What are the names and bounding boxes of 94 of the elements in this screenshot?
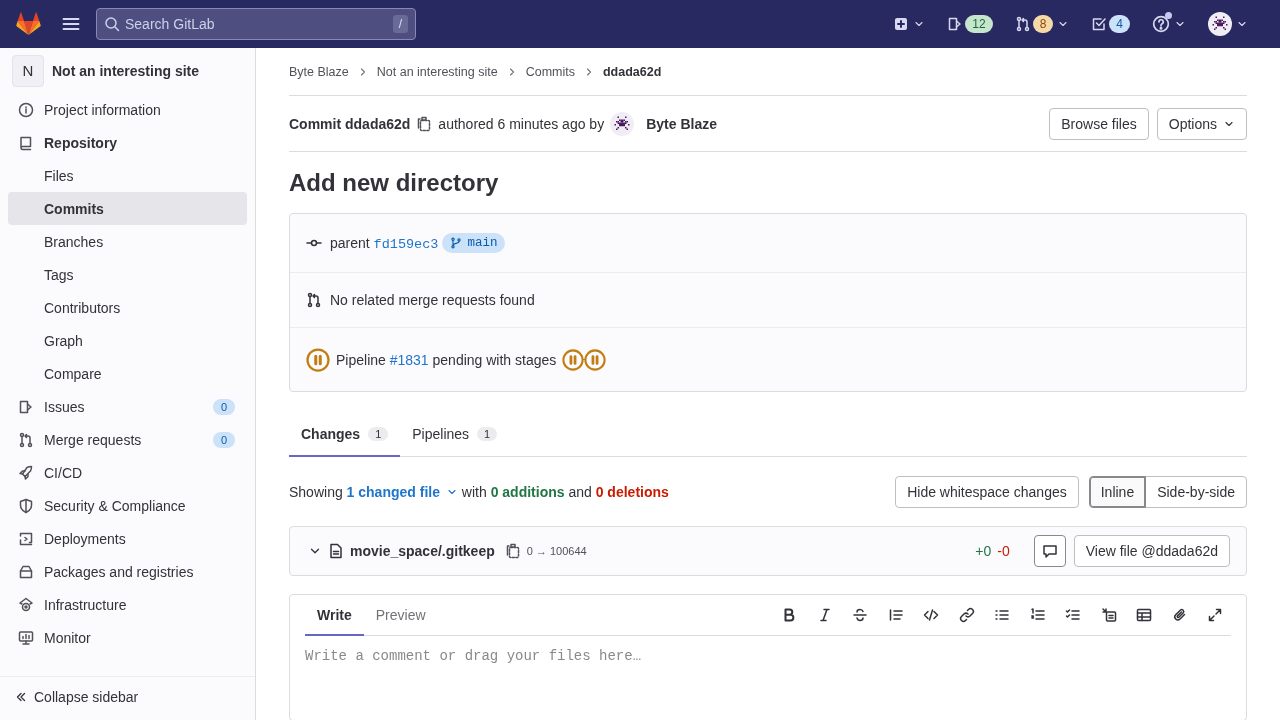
numbered-list-icon[interactable]	[1029, 607, 1046, 623]
commit-label: Commit ddada62d	[289, 115, 411, 132]
breadcrumb-link[interactable]: Byte Blaze	[289, 64, 349, 79]
tab[interactable]: Pipelines 1	[400, 413, 510, 457]
file-icon	[328, 543, 344, 559]
browse-files-button[interactable]: Browse files	[1049, 107, 1149, 140]
task-list-icon[interactable]	[1065, 607, 1081, 623]
breadcrumb-link[interactable]: ddada62d	[603, 64, 662, 79]
sidebar-item[interactable]: Branches	[8, 225, 247, 258]
added-lines-count: +0	[975, 543, 992, 559]
copy-button[interactable]	[504, 543, 521, 559]
avatar-icon	[610, 111, 635, 136]
merge-requests-text: No related merge requests found	[330, 292, 535, 308]
sidebar-item[interactable]: Contributors	[8, 291, 247, 324]
removed-lines-count: -0	[997, 543, 1010, 559]
tab[interactable]: Changes 1	[289, 413, 401, 457]
view-mode-button[interactable]: Inline	[1088, 475, 1147, 508]
view-file-button[interactable]: View file @ddada62d	[1073, 535, 1230, 567]
merge-request-icon	[18, 431, 34, 448]
shield-icon	[18, 497, 34, 514]
collapsible-section-icon[interactable]	[1100, 607, 1117, 623]
sidebar-item[interactable]: Project information	[8, 93, 247, 126]
merge-requests-button[interactable]: 8	[1010, 9, 1074, 39]
maximize-icon[interactable]	[1207, 607, 1223, 623]
issues-button[interactable]: 12	[943, 9, 997, 39]
sidebar-item[interactable]: Merge requests 0	[8, 423, 247, 456]
pause-status-icon[interactable]	[584, 348, 607, 371]
copy-icon	[416, 115, 433, 132]
info-icon	[18, 101, 34, 118]
view-mode-button[interactable]: Side-by-side	[1145, 475, 1247, 508]
comment-button[interactable]	[1033, 535, 1066, 567]
breadcrumb-link[interactable]: Commits	[525, 64, 575, 79]
comment-icon	[1041, 543, 1058, 559]
search-icon	[104, 16, 120, 32]
quote-icon[interactable]	[887, 607, 904, 623]
file-path: movie_space/.gitkeep	[350, 543, 495, 559]
project-name-link[interactable]: Not an interesting site	[52, 62, 200, 79]
sidebar-item[interactable]: Issues 0	[8, 390, 247, 423]
options-button[interactable]: Options	[1156, 107, 1247, 140]
issue-icon	[18, 398, 34, 415]
whitespace-button[interactable]: Hide whitespace changes	[895, 475, 1079, 508]
author-link[interactable]: Byte Blaze	[646, 115, 717, 132]
sidebar-item[interactable]: Infrastructure	[8, 588, 247, 621]
sidebar-item[interactable]: Files	[8, 159, 247, 192]
sidebar-item[interactable]: Graph	[8, 324, 247, 357]
sidebar-item[interactable]: Packages and registries	[8, 555, 247, 588]
branch-icon	[450, 237, 463, 249]
sidebar-item[interactable]: Compare	[8, 357, 247, 390]
sidebar-item[interactable]: CI/CD	[8, 456, 247, 489]
comment-editor[interactable]: Write Preview Write a comment or drag your files here…	[289, 594, 1247, 720]
sidebar-item[interactable]: Deployments	[8, 522, 247, 555]
sidebar-item[interactable]: Commits	[8, 192, 247, 225]
help-icon	[1152, 15, 1170, 33]
parent-commit-text: parent fd159ec3	[330, 234, 439, 252]
logo-icon[interactable]	[16, 12, 41, 36]
pause-status-icon[interactable]	[562, 348, 585, 371]
commit-title: Add new directory	[289, 168, 500, 198]
monitor-icon	[18, 629, 34, 646]
code-icon[interactable]	[923, 607, 939, 623]
rocket-icon	[18, 464, 34, 481]
table-icon[interactable]	[1136, 607, 1152, 623]
pipeline-link[interactable]: #1831	[389, 351, 429, 368]
authored-text: authored 6 minutes ago by	[438, 115, 605, 132]
editor-tab[interactable]: Preview	[363, 595, 438, 636]
sidebar-item[interactable]: Security & Compliance	[8, 489, 247, 522]
strikethrough-icon[interactable]	[852, 607, 868, 623]
diff-summary-text: Showing 1 changed file with 0 additions and 0 deletions	[289, 483, 669, 500]
pause-status-icon[interactable]	[306, 347, 330, 372]
plus-square-icon	[893, 16, 910, 32]
commit-link[interactable]: fd159ec3	[373, 236, 439, 252]
file-mode: 0 → 100644	[526, 545, 587, 557]
sidebar-item[interactable]: Monitor	[8, 621, 247, 654]
issue-icon	[947, 16, 964, 32]
changed-files-link[interactable]: 1 changed file	[346, 483, 458, 500]
breadcrumb-link[interactable]: Not an interesting site	[376, 64, 498, 79]
deploy-icon	[18, 530, 34, 547]
avatar-icon	[1208, 12, 1232, 36]
todos-button[interactable]: 4	[1087, 9, 1134, 39]
merge-request-icon	[1014, 16, 1031, 32]
branch-link[interactable]: main	[442, 233, 506, 253]
merge-request-icon	[306, 292, 322, 308]
sidebar-item[interactable]: Tags	[8, 258, 247, 291]
link-icon[interactable]	[958, 607, 975, 623]
project-avatar[interactable]: N	[12, 54, 44, 87]
attach-icon[interactable]	[1171, 607, 1188, 623]
pipeline-status-text: Pipeline #1831 pending with stages	[336, 351, 557, 368]
book-icon	[18, 134, 34, 151]
collapse-sidebar-button[interactable]: Collapse sidebar	[0, 676, 255, 716]
copy-icon	[504, 543, 521, 559]
copy-button[interactable]	[416, 115, 433, 132]
bulleted-list-icon[interactable]	[994, 607, 1010, 623]
sidebar-item[interactable]: Repository	[8, 126, 247, 159]
package-icon	[18, 563, 34, 580]
checkbox-icon	[1091, 16, 1108, 32]
